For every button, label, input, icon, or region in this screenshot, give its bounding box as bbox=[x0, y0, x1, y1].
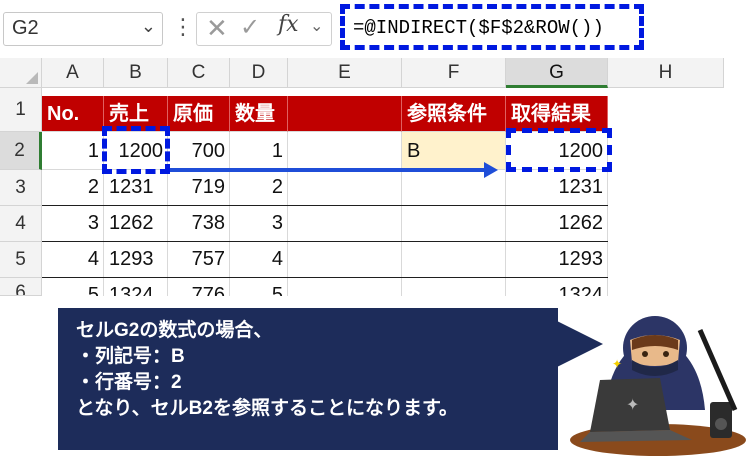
cell-b5[interactable]: 1293 bbox=[104, 242, 168, 278]
cell-d4[interactable]: 3 bbox=[230, 206, 288, 242]
cell-c2[interactable]: 700 bbox=[168, 132, 230, 170]
column-header-b[interactable]: B bbox=[104, 58, 168, 88]
cell-a6[interactable]: 5 bbox=[42, 278, 104, 296]
header-cell-no[interactable]: No. bbox=[42, 96, 104, 132]
katana-shape bbox=[697, 328, 738, 412]
row-header-1[interactable]: 1 bbox=[0, 88, 42, 132]
cell-c6[interactable]: 776 bbox=[168, 278, 230, 296]
column-header-a[interactable]: A bbox=[42, 58, 104, 88]
cell-d3[interactable]: 2 bbox=[230, 170, 288, 206]
row-header-6[interactable]: 6 bbox=[0, 278, 42, 296]
cell-a2[interactable]: 1 bbox=[42, 132, 104, 170]
ninja-eye bbox=[663, 351, 669, 357]
chevron-down-icon[interactable]: ⌄ bbox=[310, 16, 323, 36]
column-header-f[interactable]: F bbox=[402, 58, 506, 88]
header-cell-cost[interactable]: 原価 bbox=[168, 96, 230, 132]
insert-function-icon[interactable]: fx bbox=[278, 12, 299, 37]
cell-g5[interactable]: 1293 bbox=[506, 242, 608, 278]
header-cell-qty[interactable]: 数量 bbox=[230, 96, 288, 132]
row-divider bbox=[42, 205, 608, 206]
confirm-icon[interactable]: ✓ bbox=[240, 13, 260, 42]
cell-e4[interactable] bbox=[288, 206, 402, 242]
cancel-icon[interactable]: ✕ bbox=[206, 13, 228, 44]
cell-f4[interactable] bbox=[402, 206, 506, 242]
cell-f6[interactable] bbox=[402, 278, 506, 296]
column-header-c[interactable]: C bbox=[168, 58, 230, 88]
cell-d6[interactable]: 5 bbox=[230, 278, 288, 296]
ninja-eye bbox=[642, 351, 648, 357]
highlight-b2 bbox=[102, 126, 170, 174]
formula-input[interactable]: =@INDIRECT($F$2&ROW()) bbox=[340, 4, 644, 50]
row-header-3[interactable]: 3 bbox=[0, 170, 42, 206]
cell-d2[interactable]: 1 bbox=[230, 132, 288, 170]
cell-e5[interactable] bbox=[288, 242, 402, 278]
cell-a3[interactable]: 2 bbox=[42, 170, 104, 206]
cell-b6[interactable]: 1324 bbox=[104, 278, 168, 296]
name-box-value: G2 bbox=[12, 17, 39, 39]
reference-arrow-line bbox=[170, 168, 486, 172]
row-divider bbox=[42, 277, 608, 278]
select-all-corner[interactable] bbox=[0, 58, 42, 88]
cell-c5[interactable]: 757 bbox=[168, 242, 230, 278]
row-divider bbox=[42, 241, 608, 242]
arrow-right-icon bbox=[484, 162, 498, 178]
ninja-mascot-illustration: ✦ ✦ bbox=[570, 316, 746, 456]
more-options-icon[interactable]: ⋮ bbox=[172, 14, 194, 40]
explanation-callout: セルG2の数式の場合、 ・列記号：B ・行番号：2 となり、セルB2を参照するこ… bbox=[58, 308, 558, 450]
cell-d5[interactable]: 4 bbox=[230, 242, 288, 278]
cell-b3[interactable]: 1231 bbox=[104, 170, 168, 206]
header-cell-condition[interactable]: 参照条件 bbox=[402, 96, 506, 132]
cell-e2[interactable] bbox=[288, 132, 402, 170]
row-header-5[interactable]: 5 bbox=[0, 242, 42, 278]
column-header-g[interactable]: G bbox=[506, 58, 608, 88]
column-header-e[interactable]: E bbox=[288, 58, 402, 88]
shuriken-icon: ✦ bbox=[626, 395, 639, 414]
sparkle-icon: ✦ bbox=[612, 357, 622, 371]
column-header-d[interactable]: D bbox=[230, 58, 288, 88]
cell-c4[interactable]: 738 bbox=[168, 206, 230, 242]
cell-e6[interactable] bbox=[288, 278, 402, 296]
cell-f5[interactable] bbox=[402, 242, 506, 278]
name-box[interactable]: G2 ⌄ bbox=[3, 12, 163, 46]
callout-line-4: となり、セルB2を参照することになります。 bbox=[76, 398, 459, 419]
callout-line-2: ・列記号：B bbox=[76, 346, 185, 367]
cell-c3[interactable]: 719 bbox=[168, 170, 230, 206]
callout-line-1: セルG2の数式の場合、 bbox=[76, 320, 273, 341]
cell-a4[interactable]: 3 bbox=[42, 206, 104, 242]
cell-a5[interactable]: 4 bbox=[42, 242, 104, 278]
speaker-cone bbox=[715, 418, 727, 430]
cell-b4[interactable]: 1262 bbox=[104, 206, 168, 242]
row-header-2[interactable]: 2 bbox=[0, 132, 42, 170]
highlight-g2 bbox=[506, 128, 612, 172]
header-cell-empty[interactable] bbox=[288, 96, 402, 132]
cell-g4[interactable]: 1262 bbox=[506, 206, 608, 242]
header-cell-result[interactable]: 取得結果 bbox=[506, 96, 608, 132]
row-6-clip: 5 1324 776 5 1324 bbox=[42, 278, 608, 296]
column-header-h[interactable]: H bbox=[608, 58, 724, 88]
cell-e3[interactable] bbox=[288, 170, 402, 206]
row-header-4[interactable]: 4 bbox=[0, 206, 42, 242]
callout-line-3: ・行番号：2 bbox=[76, 372, 182, 393]
chevron-down-icon[interactable]: ⌄ bbox=[141, 16, 156, 37]
cell-g3[interactable]: 1231 bbox=[506, 170, 608, 206]
